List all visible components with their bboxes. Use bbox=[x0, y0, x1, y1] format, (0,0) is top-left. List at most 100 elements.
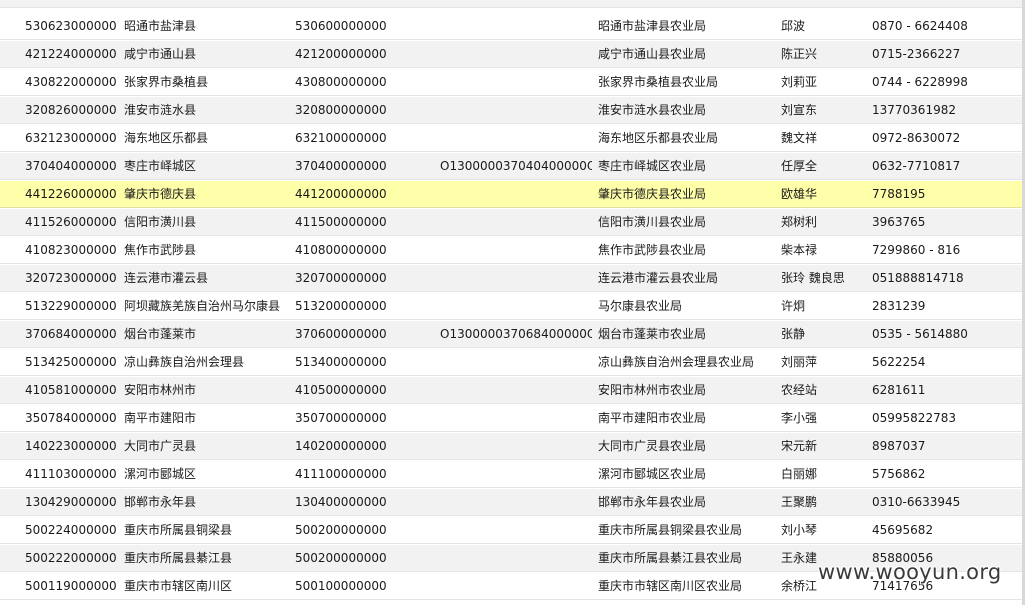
cell-contact: 王聚鹏 bbox=[781, 495, 818, 509]
cell-agency-name: 安阳市林州市农业局 bbox=[598, 383, 707, 397]
cell-region-name: 烟台市蓬莱市 bbox=[124, 327, 197, 341]
cell-org-code bbox=[440, 97, 592, 124]
cell-org-code bbox=[440, 237, 592, 264]
table-row[interactable]: 411103000000 漯河市郾城区 411100000000 漯河市郾城区农业局 白… bbox=[0, 461, 1025, 488]
table-row[interactable]: 320723000000 连云港市灌云县 320700000000 连云港市灌云县农业… bbox=[0, 265, 1025, 292]
table-row-partial[interactable]: 昭通市盐津县农业局 bbox=[0, 0, 1025, 8]
table-row[interactable]: 410823000000 焦作市武陟县 410800000000 焦作市武陟县农业局 柴… bbox=[0, 237, 1025, 264]
cell-agency-name: 咸宁市通山县农业局 bbox=[598, 47, 707, 61]
cell-region-code: 513425000000 bbox=[25, 355, 117, 369]
cell-phone: 051888814718 bbox=[872, 271, 964, 285]
cell-parent-code: 441200000000 bbox=[295, 187, 387, 201]
cell-contact: 李小强 bbox=[781, 411, 818, 425]
cell-parent-code: 513400000000 bbox=[295, 355, 387, 369]
table-row[interactable]: 350784000000 南平市建阳市 350700000000 南平市建阳市农业局 李… bbox=[0, 405, 1025, 432]
cell-agency-name: 海东地区乐都县农业局 bbox=[598, 131, 719, 145]
cell-parent-code: 513200000000 bbox=[295, 299, 387, 313]
table-row[interactable]: 370404000000 枣庄市峄城区 370400000000 O130000037… bbox=[0, 153, 1025, 180]
cell-region-code: 500224000000 bbox=[25, 523, 117, 537]
table-row[interactable]: 140223000000 大同市广灵县 140200000000 大同市广灵县农业局 宋… bbox=[0, 433, 1025, 460]
table-row[interactable]: 632123000000 海东地区乐都县 632100000000 海东地区乐都县农业… bbox=[0, 125, 1025, 152]
cell-region-code: 350784000000 bbox=[25, 411, 117, 425]
cell-phone: 6281611 bbox=[872, 383, 926, 397]
cell-agency: 昭通市盐津县农业局 bbox=[598, 0, 776, 8]
cell-org-code: O130000037040400000O bbox=[440, 159, 592, 173]
cell-phone: 0535 - 5614880 bbox=[872, 327, 968, 341]
cell-region-code: 130429000000 bbox=[25, 495, 117, 509]
cell-phone: 0310-6633945 bbox=[872, 495, 961, 509]
cell-region-name: 海东地区乐都县 bbox=[124, 131, 209, 145]
table-row[interactable]: 421224000000 咸宁市通山县 421200000000 咸宁市通山县农业局 陈… bbox=[0, 41, 1025, 68]
cell-agency-name: 邯郸市永年县农业局 bbox=[598, 495, 707, 509]
cell-agency-name: 信阳市潢川县农业局 bbox=[598, 215, 707, 229]
cell-org-code bbox=[440, 573, 592, 600]
cell-parent-code: 500200000000 bbox=[295, 523, 387, 537]
table-row[interactable]: 130429000000 邯郸市永年县 130400000000 邯郸市永年县农业局 王… bbox=[0, 489, 1025, 516]
cell-org-code bbox=[440, 433, 592, 460]
cell-agency-name: 张家界市桑植县农业局 bbox=[598, 75, 719, 89]
cell-org-code bbox=[440, 461, 592, 488]
cell-parent-code: 320800000000 bbox=[295, 103, 387, 117]
cell-phone: 0632-7710817 bbox=[872, 159, 961, 173]
cell-contact: 刘宣东 bbox=[781, 103, 818, 117]
cell-phone: 0744 - 6228998 bbox=[872, 75, 968, 89]
cell-contact: 欧雄华 bbox=[781, 187, 818, 201]
cell-region-name: 淮安市涟水县 bbox=[124, 103, 197, 117]
table-row[interactable]: 513425000000 凉山彝族自治州会理县 513400000000 凉山彝族自治… bbox=[0, 349, 1025, 376]
cell-parent-code: 530600000000 bbox=[295, 19, 387, 33]
cell-region-name: 焦作市武陟县 bbox=[124, 243, 197, 257]
cell-phone: 0972-8630072 bbox=[872, 131, 961, 145]
cell-region-code: 370404000000 bbox=[25, 159, 117, 173]
watermark-text: www.wooyun.org bbox=[818, 560, 1002, 584]
cell-parent-code: 430800000000 bbox=[295, 75, 387, 89]
cell-region-code: 320826000000 bbox=[25, 103, 117, 117]
cell-parent-code: 421200000000 bbox=[295, 47, 387, 61]
table-row[interactable]: 370684000000 烟台市蓬莱市 370600000000 O130000037… bbox=[0, 321, 1025, 348]
cell-contact: 刘丽萍 bbox=[781, 355, 818, 369]
cell-contact: 邱波 bbox=[781, 19, 806, 33]
cell-contact: 刘小琴 bbox=[781, 523, 818, 537]
table-row[interactable]: 530623000000 昭通市盐津县 530600000000 昭通市盐津县农业局 邱… bbox=[0, 13, 1025, 40]
cell-agency-name: 肇庆市德庆县农业局 bbox=[598, 187, 707, 201]
table-row[interactable]: 410581000000 安阳市林州市 410500000000 安阳市林州市农业局 农… bbox=[0, 377, 1025, 404]
cell-region-name: 阿坝藏族羌族自治州马尔康县 bbox=[124, 299, 281, 313]
cell-parent-code: 411500000000 bbox=[295, 215, 387, 229]
cell-region-code: 500222000000 bbox=[25, 551, 117, 565]
table-row[interactable]: 430822000000 张家界市桑植县 430800000000 张家界市桑植县农业… bbox=[0, 69, 1025, 96]
cell-parent-code: 320700000000 bbox=[295, 271, 387, 285]
cell-phone: 8987037 bbox=[872, 439, 926, 453]
cell-parent-code: 130400000000 bbox=[295, 495, 387, 509]
cell-region-code: 513229000000 bbox=[25, 299, 117, 313]
cell-region-name: 咸宁市通山县 bbox=[124, 47, 197, 61]
cell-region-code: 410823000000 bbox=[25, 243, 117, 257]
table-row[interactable]: 411526000000 信阳市潢川县 411500000000 信阳市潢川县农业局 郑… bbox=[0, 209, 1025, 236]
cell-contact: 任厚全 bbox=[781, 159, 818, 173]
cell-agency-name: 重庆市所属县铜梁县农业局 bbox=[598, 523, 743, 537]
cell-phone: 0715-2366227 bbox=[872, 47, 961, 61]
table-row[interactable]: 441226000000 肇庆市德庆县 441200000000 肇庆市德庆县农业局 欧… bbox=[0, 181, 1025, 208]
cell-contact: 魏文祥 bbox=[781, 131, 818, 145]
cell-contact: 宋元新 bbox=[781, 439, 818, 453]
cell-region-name: 张家界市桑植县 bbox=[124, 75, 209, 89]
cell-org-code bbox=[440, 405, 592, 432]
cell-agency-name: 连云港市灌云县农业局 bbox=[598, 271, 719, 285]
cell-contact: 张玲 魏良思 bbox=[781, 271, 845, 285]
cell-org-code bbox=[440, 69, 592, 96]
cell-contact: 郑树利 bbox=[781, 215, 818, 229]
cell-phone: 45695682 bbox=[872, 523, 934, 537]
table-row[interactable]: 513229000000 阿坝藏族羌族自治州马尔康县 513200000000 马尔康… bbox=[0, 293, 1025, 320]
cell-region-code: 320723000000 bbox=[25, 271, 117, 285]
table-row[interactable]: 500224000000 重庆市所属县铜梁县 500200000000 重庆市所属县铜… bbox=[0, 517, 1025, 544]
table-row[interactable]: 320826000000 淮安市涟水县 320800000000 淮安市涟水县农业局 刘… bbox=[0, 97, 1025, 124]
cell-parent-code: 411100000000 bbox=[295, 467, 387, 481]
cell-region-code: 430822000000 bbox=[25, 75, 117, 89]
cell-region-name: 连云港市灌云县 bbox=[124, 271, 209, 285]
cell-org-code: O130000037068400000O bbox=[440, 327, 592, 341]
cell-parent-code: 370600000000 bbox=[295, 327, 387, 341]
cell-org-code bbox=[440, 265, 592, 292]
cell-region-code: 500119000000 bbox=[25, 579, 117, 593]
cell-agency-name: 焦作市武陟县农业局 bbox=[598, 243, 707, 257]
cell-region-code: 441226000000 bbox=[25, 187, 117, 201]
cell-org-code bbox=[440, 489, 592, 516]
cell-phone: 5622254 bbox=[872, 355, 926, 369]
